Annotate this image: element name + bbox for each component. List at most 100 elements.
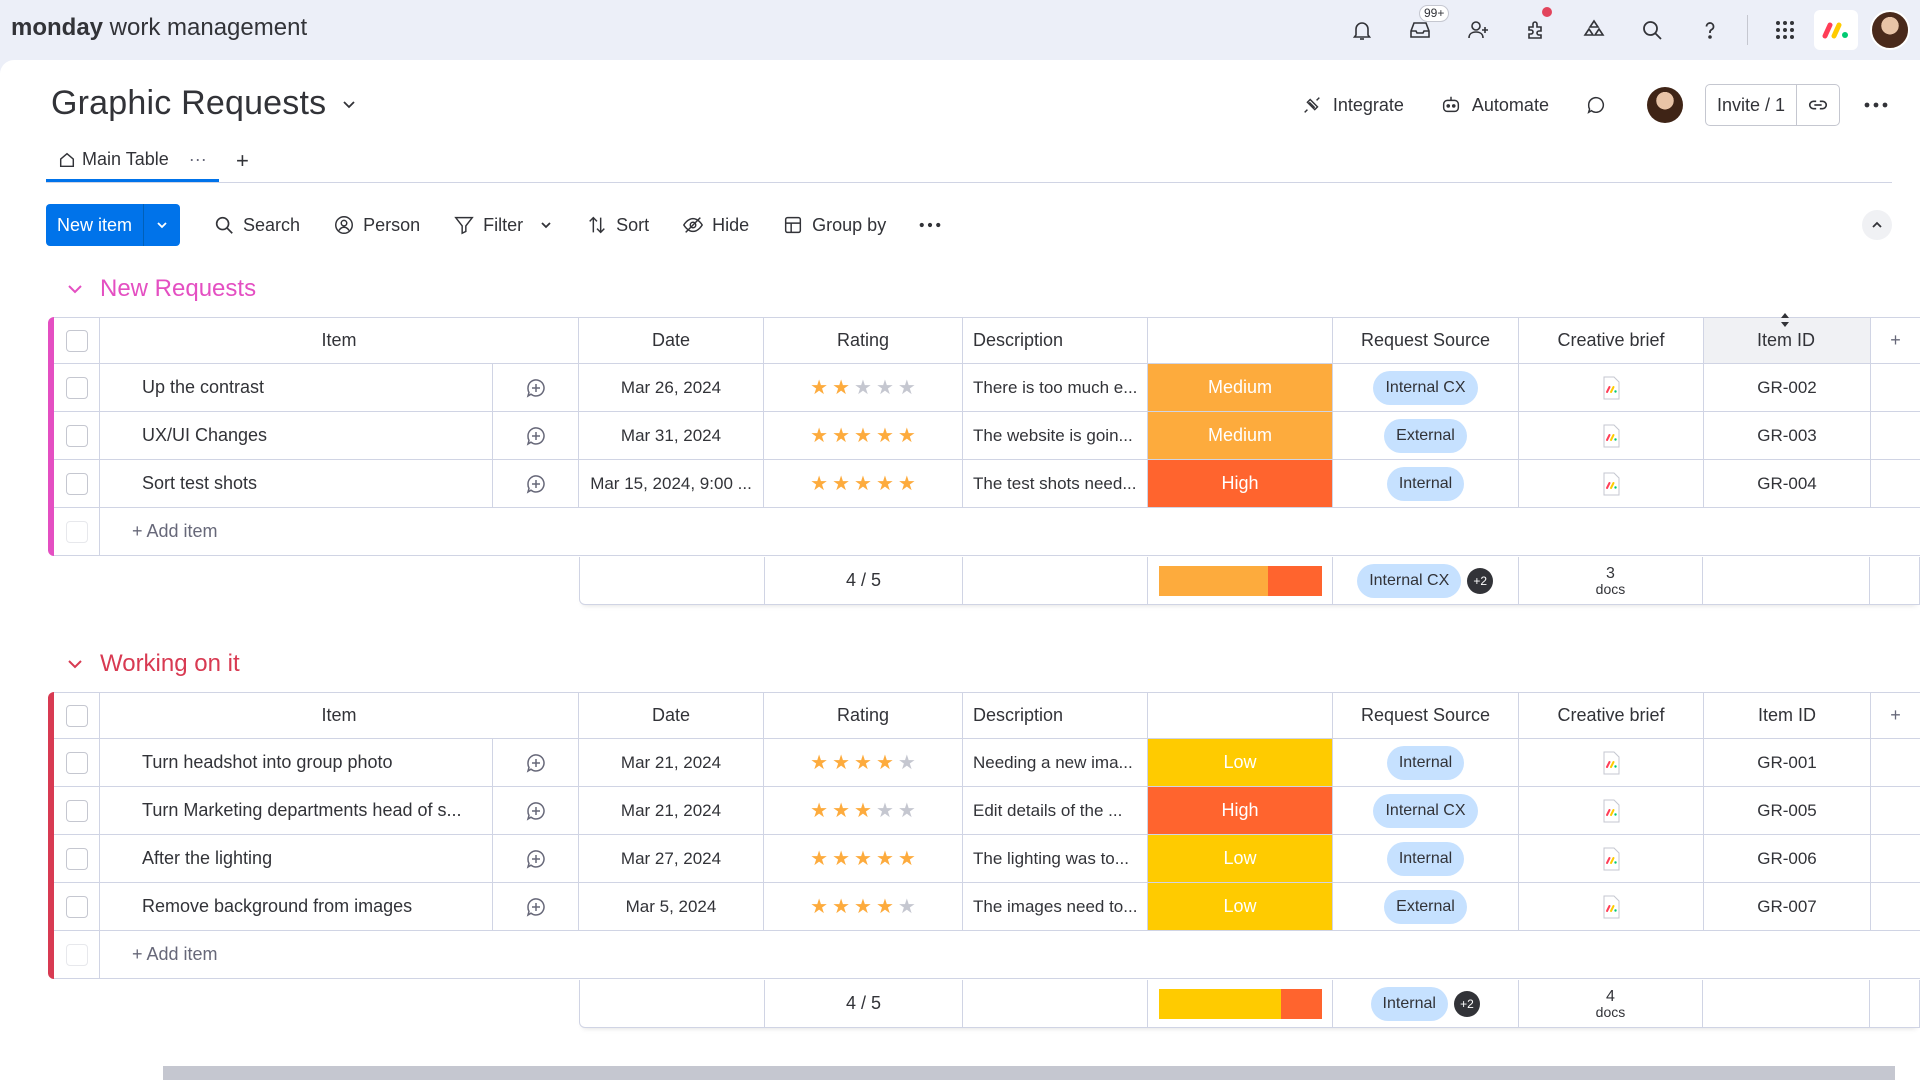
star-icon[interactable]: ★: [854, 801, 872, 821]
chevron-down-icon[interactable]: [66, 655, 84, 673]
row-checkbox[interactable]: [54, 787, 100, 834]
date-cell[interactable]: Mar 21, 2024: [579, 739, 764, 786]
add-update-button[interactable]: [493, 835, 579, 882]
date-cell[interactable]: Mar 31, 2024: [579, 412, 764, 459]
sort-button[interactable]: Sort: [586, 214, 649, 236]
updates-button[interactable]: [1585, 94, 1607, 116]
column-header-date[interactable]: Date: [579, 318, 764, 363]
horizontal-scrollbar[interactable]: [163, 1066, 1895, 1080]
priority-status[interactable]: Low: [1148, 739, 1333, 786]
priority-status[interactable]: Low: [1148, 835, 1333, 882]
star-icon[interactable]: ★: [810, 849, 828, 869]
description-cell[interactable]: Edit details of the ...: [963, 787, 1148, 834]
filter-button[interactable]: Filter: [453, 214, 553, 236]
description-cell[interactable]: The website is goin...: [963, 412, 1148, 459]
inbox-icon[interactable]: 99+: [1391, 1, 1450, 59]
rating-cell[interactable]: ★ ★ ★ ★ ★: [764, 460, 963, 507]
star-icon[interactable]: ★: [876, 426, 894, 446]
request-source-cell[interactable]: Internal: [1333, 739, 1519, 786]
column-header-creative-brief[interactable]: Creative brief: [1519, 693, 1704, 738]
board-owner-avatar[interactable]: [1646, 87, 1683, 123]
creative-brief-cell[interactable]: [1519, 787, 1704, 834]
description-cell[interactable]: The test shots need...: [963, 460, 1148, 507]
add-view-button[interactable]: +: [236, 148, 249, 174]
search-button[interactable]: Search: [213, 214, 300, 236]
column-header-rating[interactable]: Rating: [764, 318, 963, 363]
column-header-date[interactable]: Date: [579, 693, 764, 738]
priority-status[interactable]: Medium: [1148, 412, 1333, 459]
search-icon[interactable]: [1623, 1, 1681, 59]
new-item-button[interactable]: New item: [46, 204, 181, 246]
chevron-down-icon[interactable]: [539, 218, 553, 232]
rating-cell[interactable]: ★ ★ ★ ★ ★: [764, 835, 963, 882]
person-filter-button[interactable]: Person: [333, 214, 420, 236]
star-icon[interactable]: ★: [810, 801, 828, 821]
integrate-button[interactable]: Integrate: [1301, 94, 1404, 116]
hide-button[interactable]: Hide: [682, 214, 749, 236]
more-options-button[interactable]: [1862, 102, 1890, 108]
item-name[interactable]: Turn Marketing departments head of s...: [100, 787, 493, 834]
group-header[interactable]: New Requests: [66, 275, 256, 303]
row-checkbox[interactable]: [54, 739, 100, 786]
table-row[interactable]: Sort test shots Mar 15, 2024, 9:00 ... ★ ★ ★…: [54, 460, 1920, 508]
add-update-button[interactable]: [493, 460, 579, 507]
rating-cell[interactable]: ★ ★ ★ ★ ★: [764, 364, 963, 411]
select-all-checkbox[interactable]: [54, 318, 100, 363]
priority-status[interactable]: Low: [1148, 883, 1333, 930]
more-toolbar-options-icon[interactable]: [919, 222, 941, 228]
column-header-description[interactable]: Description: [963, 318, 1148, 363]
star-icon[interactable]: ★: [876, 378, 894, 398]
star-icon[interactable]: ★: [898, 426, 916, 446]
star-icon[interactable]: ★: [876, 753, 894, 773]
creative-brief-cell[interactable]: [1519, 739, 1704, 786]
group-title[interactable]: New Requests: [100, 275, 256, 303]
star-icon[interactable]: ★: [832, 849, 850, 869]
creative-brief-cell[interactable]: [1519, 364, 1704, 411]
more-count-badge[interactable]: +2: [1453, 990, 1480, 1017]
add-update-button[interactable]: [493, 883, 579, 930]
app-logo[interactable]: monday work management: [11, 14, 307, 42]
add-item-row[interactable]: + Add item: [54, 931, 1920, 979]
item-name[interactable]: Turn headshot into group photo: [100, 739, 493, 786]
copy-link-button[interactable]: [1797, 85, 1839, 125]
star-icon[interactable]: ★: [898, 897, 916, 917]
item-name[interactable]: Remove background from images: [100, 883, 493, 930]
group-title[interactable]: Working on it: [100, 650, 240, 678]
collapse-header-button[interactable]: [1862, 210, 1892, 240]
teams-icon[interactable]: [1565, 1, 1623, 59]
tab-main-table[interactable]: Main Table ···: [46, 140, 219, 182]
more-count-badge[interactable]: +2: [1467, 567, 1494, 594]
rating-cell[interactable]: ★ ★ ★ ★ ★: [764, 739, 963, 786]
add-item-button[interactable]: + Add item: [100, 508, 1910, 555]
chevron-down-icon[interactable]: [340, 95, 358, 113]
add-item-button[interactable]: + Add item: [100, 931, 1910, 978]
star-icon[interactable]: ★: [898, 753, 916, 773]
request-source-cell[interactable]: Internal: [1333, 835, 1519, 882]
board-title[interactable]: Graphic Requests: [51, 84, 326, 123]
star-icon[interactable]: ★: [810, 897, 828, 917]
app-switcher-icon[interactable]: [1756, 1, 1814, 59]
row-checkbox[interactable]: [54, 835, 100, 882]
star-icon[interactable]: ★: [832, 801, 850, 821]
bell-icon[interactable]: [1333, 1, 1391, 59]
star-icon[interactable]: ★: [876, 849, 894, 869]
item-name[interactable]: After the lighting: [100, 835, 493, 882]
date-cell[interactable]: Mar 15, 2024, 9:00 ...: [579, 460, 764, 507]
star-icon[interactable]: ★: [810, 378, 828, 398]
column-header-priority[interactable]: Priority: [1148, 693, 1333, 738]
star-icon[interactable]: ★: [832, 474, 850, 494]
table-row[interactable]: Up the contrast Mar 26, 2024 ★ ★ ★ ★ ★ There is…: [54, 364, 1920, 412]
column-header-creative-brief[interactable]: Creative brief: [1519, 318, 1704, 363]
priority-status[interactable]: High: [1148, 787, 1333, 834]
star-icon[interactable]: ★: [898, 801, 916, 821]
add-update-button[interactable]: [493, 739, 579, 786]
star-icon[interactable]: ★: [876, 897, 894, 917]
column-header-item[interactable]: Item: [100, 318, 579, 363]
invite-button[interactable]: Invite / 1: [1706, 85, 1797, 125]
table-row[interactable]: Remove background from images Mar 5, 2024…: [54, 883, 1920, 931]
creative-brief-cell[interactable]: [1519, 412, 1704, 459]
group-header[interactable]: Working on it: [66, 650, 240, 678]
add-update-button[interactable]: [493, 412, 579, 459]
priority-status[interactable]: Medium: [1148, 364, 1333, 411]
add-update-button[interactable]: [493, 364, 579, 411]
